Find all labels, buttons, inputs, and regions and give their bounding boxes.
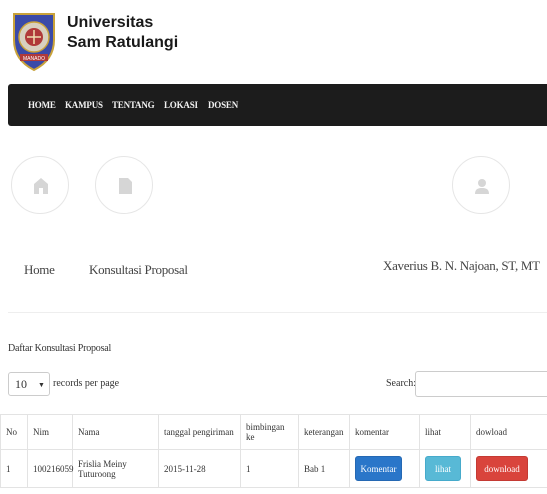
nav-lokasi[interactable]: LOKASI (164, 100, 198, 110)
table-row: 1 100216059 Frislia Meiny Tuturoong 2015… (0, 449, 547, 488)
university-logo[interactable]: MANADO (8, 10, 60, 72)
brand-line-1: Universitas (67, 14, 154, 31)
col-header-komentar[interactable]: komentar (349, 414, 420, 450)
user-name-link[interactable]: Xaverius B. N. Najoan, ST, MT (383, 258, 540, 274)
user-circle-button[interactable] (452, 156, 510, 214)
col-header-keterangan[interactable]: keterangan (298, 414, 350, 450)
main-navbar: HOME KAMPUS TENTANG LOKASI DOSEN (8, 84, 547, 126)
konsultasi-circle-button[interactable] (95, 156, 153, 214)
col-header-lihat[interactable]: lihat (419, 414, 471, 450)
col-header-bimbingan[interactable]: bimbingan ke (240, 414, 299, 450)
komentar-button[interactable]: Komentar (355, 456, 402, 481)
proposal-table: No Nim Nama tanggal pengiriman bimbingan… (0, 414, 547, 488)
nav-tentang[interactable]: TENTANG (112, 100, 155, 110)
col-header-download[interactable]: dowload (470, 414, 547, 450)
cell-no: 1 (0, 449, 28, 488)
cell-lihat: lihat (419, 449, 471, 488)
cell-tanggal: 2015-11-28 (158, 449, 241, 488)
cell-komentar: Komentar (349, 449, 420, 488)
home-link[interactable]: Home (24, 262, 55, 278)
home-icon (34, 178, 48, 194)
records-per-page-select[interactable]: 10 ▼ (8, 372, 50, 396)
cell-bimbingan: 1 (240, 449, 299, 488)
nav-dosen[interactable]: DOSEN (208, 100, 238, 110)
download-button[interactable]: download (476, 456, 528, 481)
dropdown-arrow-icon: ▼ (38, 381, 45, 389)
col-header-nama[interactable]: Nama (72, 414, 159, 450)
page-title: Daftar Konsultasi Proposal (8, 343, 112, 354)
logo-text: MANADO (23, 56, 45, 62)
cell-nama: Frislia Meiny Tuturoong (72, 449, 159, 488)
section-divider (8, 312, 547, 313)
col-header-nim[interactable]: Nim (27, 414, 73, 450)
records-per-page-value: 10 (15, 377, 27, 391)
site-header: MANADO Universitas Sam Ratulangi (0, 0, 547, 80)
document-icon (119, 178, 132, 194)
nav-home[interactable]: HOME (28, 100, 56, 110)
records-per-page-label: records per page (53, 378, 120, 389)
brand-line-2: Sam Ratulangi (67, 34, 179, 51)
lihat-button[interactable]: lihat (425, 456, 461, 481)
cell-download: download (470, 449, 547, 488)
col-header-no[interactable]: No (0, 414, 28, 450)
proposal-table-wrapper: No Nim Nama tanggal pengiriman bimbingan… (0, 414, 547, 488)
search-label: Search: (386, 378, 416, 389)
brand-name[interactable]: Universitas Sam Ratulangi (67, 13, 178, 53)
col-header-tanggal[interactable]: tanggal pengiriman (158, 414, 241, 450)
konsultasi-proposal-link[interactable]: Konsultasi Proposal (89, 262, 188, 278)
nav-kampus[interactable]: KAMPUS (65, 100, 103, 110)
cell-keterangan: Bab 1 (298, 449, 350, 488)
table-header-row: No Nim Nama tanggal pengiriman bimbingan… (0, 414, 547, 450)
search-input[interactable] (415, 371, 547, 397)
user-icon (475, 179, 489, 194)
cell-nim: 100216059 (27, 449, 74, 488)
home-circle-button[interactable] (11, 156, 69, 214)
